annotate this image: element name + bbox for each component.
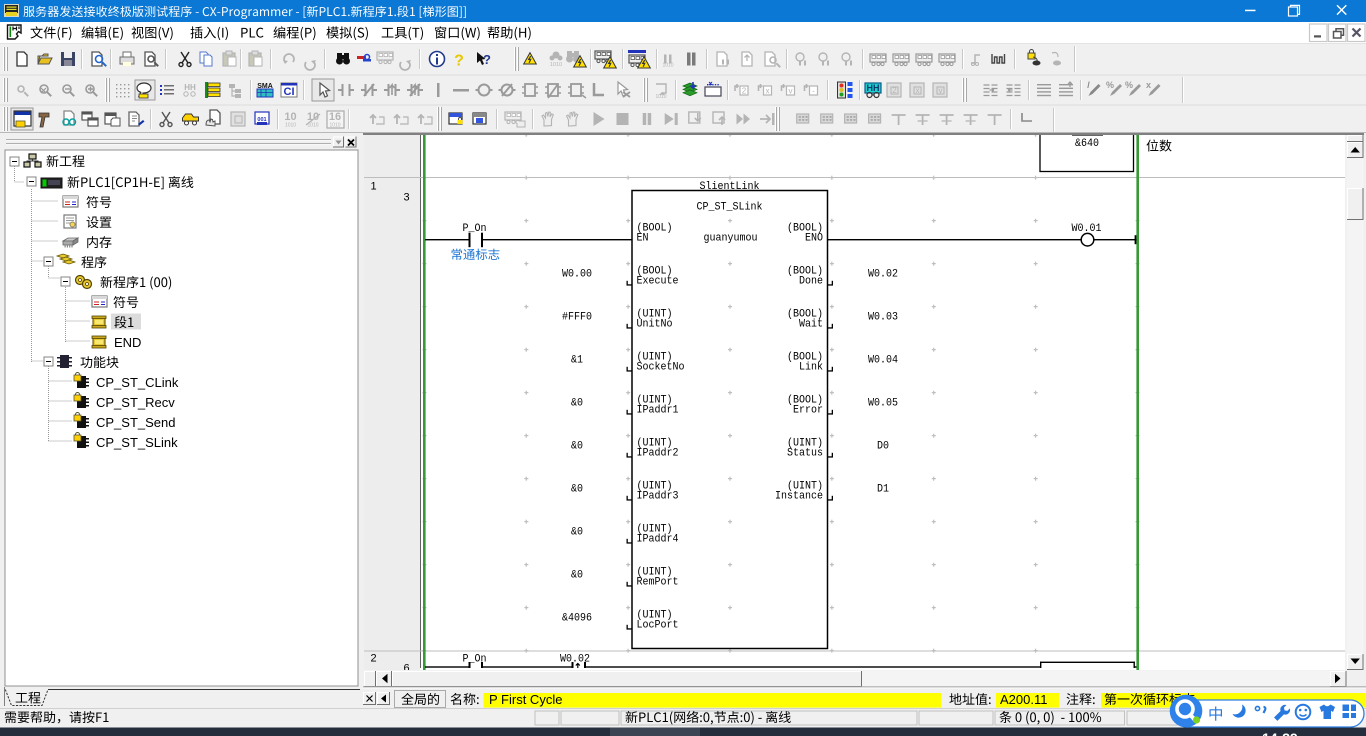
svg-text:SocketNo: SocketNo [637,362,685,374]
svg-text:IPaddr2: IPaddr2 [637,448,679,460]
svg-text:HH: HH [867,83,880,93]
svg-text:-: - [812,87,815,96]
svg-text:10: 10 [284,111,296,123]
svg-text:&4096: &4096 [562,613,592,625]
svg-text:P_On: P_On [463,223,487,235]
svg-text:?: ? [483,52,491,67]
svg-text:2: 2 [371,653,377,665]
svg-text:UnitNo: UnitNo [637,319,673,331]
svg-text:1010: 1010 [662,63,673,69]
svg-text:x: x [916,86,920,95]
svg-text:SlientLink: SlientLink [700,181,760,193]
svg-text:&0: &0 [571,441,583,453]
svg-text:END: END [114,335,141,350]
svg-text:CP_ST_SLink: CP_ST_SLink [96,435,178,450]
svg-text:ENO: ENO [805,233,823,245]
svg-text:#FFF0: #FFF0 [562,312,592,324]
svg-text:Instance: Instance [775,491,823,503]
svg-text:1010: 1010 [550,62,562,68]
svg-text:2: 2 [742,87,747,96]
svg-text:A200.11: A200.11 [1000,692,1047,707]
svg-text:W0.02: W0.02 [560,654,590,666]
svg-text:&640: &640 [1075,138,1099,150]
svg-text:CI: CI [284,86,295,98]
svg-text:?: ? [454,53,464,70]
svg-text:&0: &0 [571,484,583,496]
svg-text:W0.01: W0.01 [1072,223,1102,235]
svg-text:IPaddr3: IPaddr3 [637,491,679,503]
svg-text:IPaddr1: IPaddr1 [637,405,679,417]
svg-text:W0.02: W0.02 [868,269,898,281]
svg-text:1010: 1010 [655,94,666,100]
svg-text:EN: EN [637,233,649,245]
svg-text:Wait: Wait [799,319,823,331]
svg-text:&0: &0 [571,527,583,539]
svg-text:CP_ST_CLink: CP_ST_CLink [96,375,179,390]
svg-text:D0: D0 [877,441,889,453]
svg-text:3: 3 [404,192,410,204]
svg-text:HH: HH [184,83,196,92]
svg-text:Link: Link [799,362,823,374]
svg-text:P_On: P_On [463,654,487,666]
svg-text:Done: Done [799,276,823,288]
svg-text:RemPort: RemPort [637,577,679,589]
svg-text:14:39: 14:39 [1262,730,1298,736]
svg-text:W0.05: W0.05 [868,398,898,410]
svg-text:W0.03: W0.03 [868,312,898,324]
svg-text:Status: Status [787,448,823,460]
svg-text:D1: D1 [877,484,889,496]
svg-text:1: 1 [371,181,377,193]
svg-text:guanyumou: guanyumou [704,233,758,245]
svg-text:P First Cycle: P First Cycle [489,692,562,707]
svg-text:W0.04: W0.04 [868,355,898,367]
svg-text:v: v [939,86,943,95]
svg-text:&0: &0 [571,570,583,582]
svg-text:1010: 1010 [329,123,340,129]
svg-text:x: x [1146,80,1151,90]
svg-text:CP_ST_Send: CP_ST_Send [96,415,176,430]
svg-text:v: v [789,87,793,96]
svg-text:IPaddr4: IPaddr4 [637,534,679,546]
svg-text:CP_ST_SLink: CP_ST_SLink [697,202,763,214]
svg-text:16: 16 [329,111,341,123]
svg-text:%: % [1125,80,1133,90]
svg-text:Execute: Execute [637,276,679,288]
svg-text:&0: &0 [571,398,583,410]
svg-text:2: 2 [892,86,897,95]
svg-text:CP_ST_Recv: CP_ST_Recv [96,395,175,410]
svg-text:%: % [1106,80,1114,90]
svg-text:x: x [766,87,770,96]
svg-text:Error: Error [793,405,823,417]
svg-text:W0.00: W0.00 [562,269,592,281]
svg-text:&1: &1 [571,355,583,367]
svg-text:LocPort: LocPort [637,620,679,632]
svg-text:1010: 1010 [285,123,296,129]
